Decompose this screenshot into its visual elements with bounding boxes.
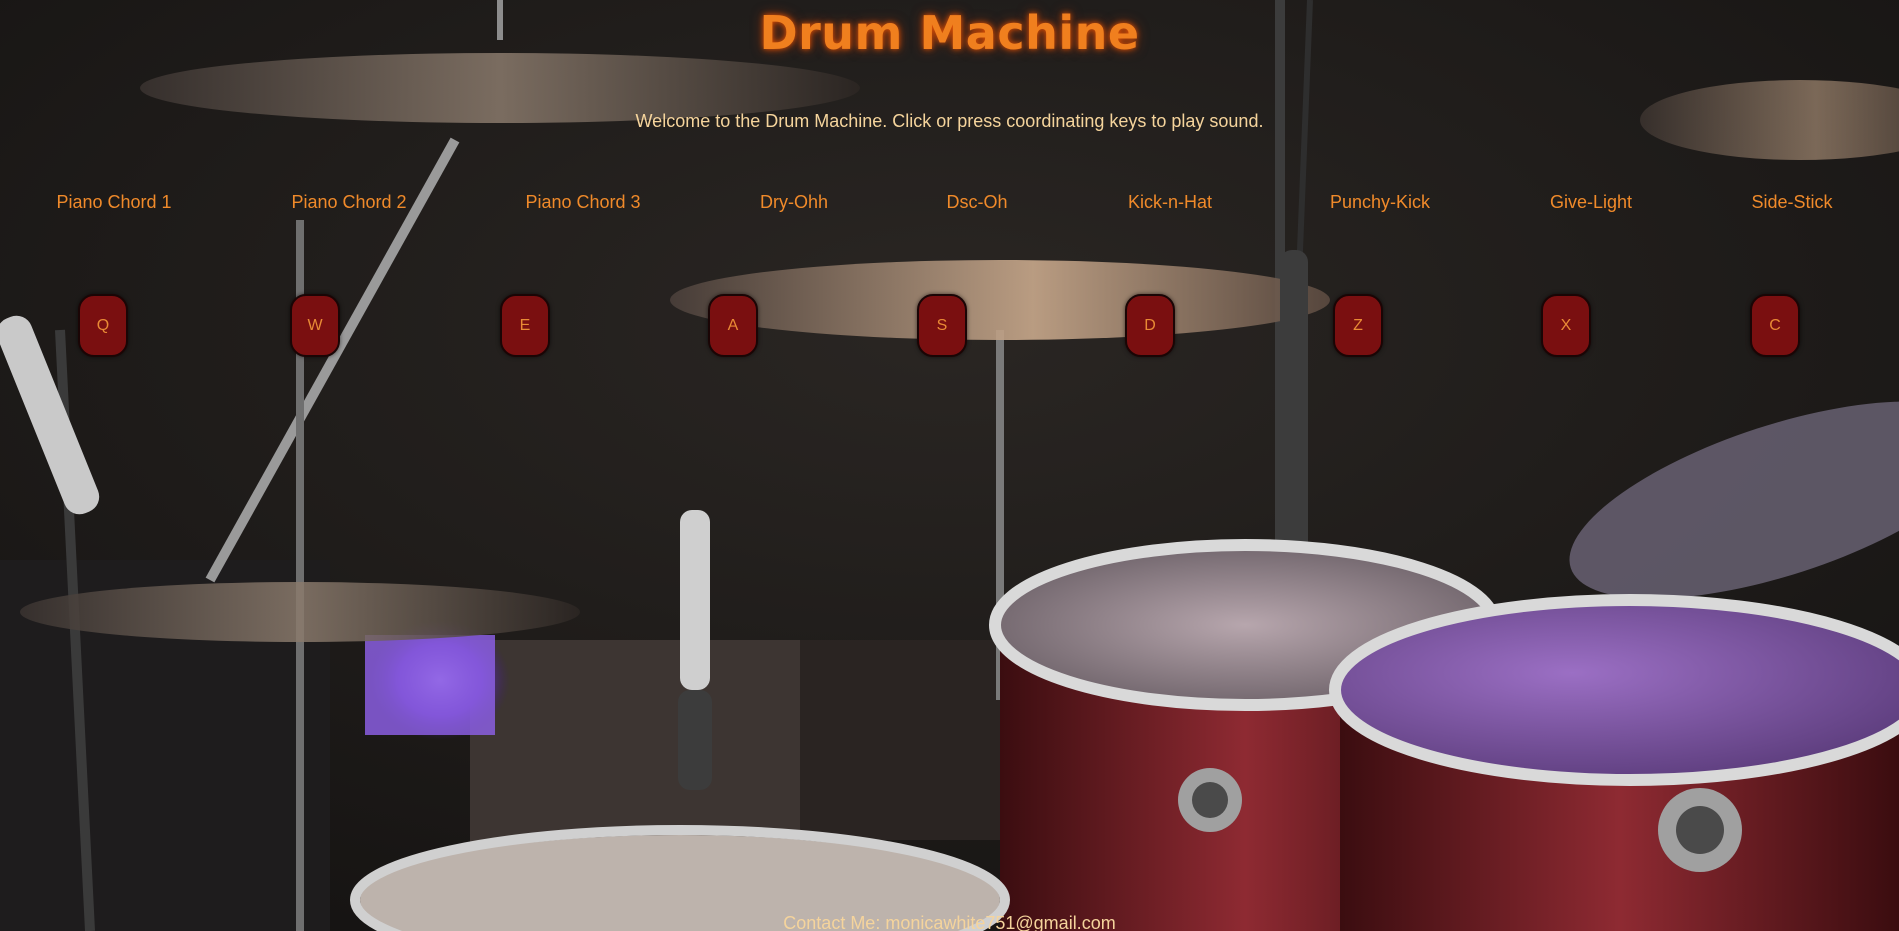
sound-label-dry-ohh: Dry-Ohh — [759, 192, 829, 212]
drum-pad-z[interactable]: Z — [1333, 294, 1383, 357]
drum-pad-q[interactable]: Q — [78, 294, 128, 357]
drum-kit-background — [0, 0, 1899, 931]
sound-label-give-light: Give-Light — [1549, 192, 1633, 212]
drum-pad-d[interactable]: D — [1125, 294, 1175, 357]
drum-pad-c[interactable]: C — [1750, 294, 1800, 357]
sound-label-dsc-oh: Dsc-Oh — [946, 192, 1008, 212]
sound-label-side-stick: Side-Stick — [1751, 192, 1833, 212]
sound-label-punchy-kick: Punchy-Kick — [1329, 192, 1431, 212]
welcome-message: Welcome to the Drum Machine. Click or pr… — [635, 111, 1264, 131]
sound-label-kick-n-hat: Kick-n-Hat — [1127, 192, 1213, 212]
drum-pad-e[interactable]: E — [500, 294, 550, 357]
sound-label-piano-chord-1: Piano Chord 1 — [56, 192, 172, 212]
page-title: Drum Machine — [759, 6, 1140, 60]
drum-pad-a[interactable]: A — [708, 294, 758, 357]
drum-pad-s[interactable]: S — [917, 294, 967, 357]
contact-footer: Contact Me: monicawhite751@gmail.com — [783, 913, 1116, 931]
sound-label-piano-chord-3: Piano Chord 3 — [525, 192, 641, 212]
sound-label-piano-chord-2: Piano Chord 2 — [291, 192, 407, 212]
drum-pad-w[interactable]: W — [290, 294, 340, 357]
drum-pad-x[interactable]: X — [1541, 294, 1591, 357]
